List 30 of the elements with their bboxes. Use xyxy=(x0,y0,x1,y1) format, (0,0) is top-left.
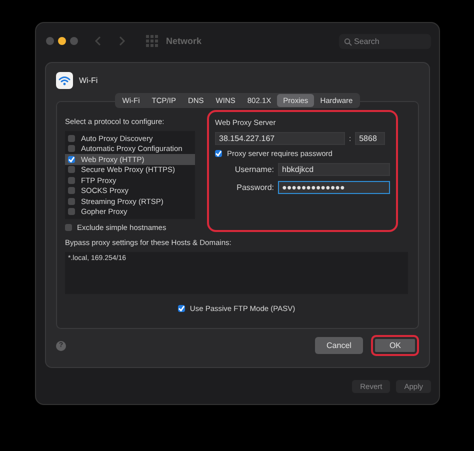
minimize-button[interactable] xyxy=(58,37,66,45)
checkbox[interactable] xyxy=(68,166,75,174)
checkbox[interactable] xyxy=(68,208,75,216)
ok-button[interactable]: OK xyxy=(371,335,419,356)
checkbox[interactable] xyxy=(65,224,72,231)
password-field[interactable]: ●●●●●●●●●●●●● xyxy=(278,181,390,194)
checkbox[interactable] xyxy=(215,150,222,157)
password-label: Password: xyxy=(236,183,274,192)
checkbox[interactable] xyxy=(68,156,75,163)
search-icon xyxy=(344,38,352,46)
checkbox[interactable] xyxy=(68,187,75,194)
checkbox[interactable] xyxy=(68,134,75,142)
forward-icon[interactable] xyxy=(118,36,126,46)
close-button[interactable] xyxy=(46,37,54,45)
zoom-button[interactable] xyxy=(70,37,78,45)
port-field[interactable]: 5868 xyxy=(355,132,386,145)
host-field[interactable]: 38.154.227.167 xyxy=(215,132,345,145)
window-title: Network xyxy=(166,36,202,46)
cancel-button[interactable]: Cancel xyxy=(314,337,364,354)
checkbox[interactable] xyxy=(178,305,185,312)
back-icon[interactable] xyxy=(94,36,102,46)
username-field[interactable]: hbkdjkcd xyxy=(278,163,390,176)
checkbox[interactable] xyxy=(68,145,75,152)
grid-icon[interactable] xyxy=(146,35,158,47)
checkbox[interactable] xyxy=(68,176,75,184)
wifi-icon xyxy=(56,72,73,89)
search-field[interactable]: Search xyxy=(339,34,431,48)
checkbox[interactable] xyxy=(68,198,75,205)
service-name: Wi-Fi xyxy=(79,76,98,85)
username-label: Username: xyxy=(234,165,274,174)
